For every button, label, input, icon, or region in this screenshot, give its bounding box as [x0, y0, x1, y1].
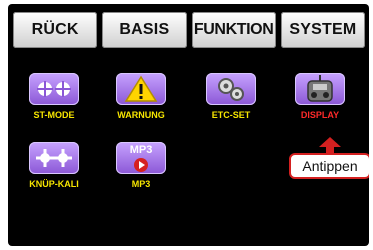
tab-bar: RÜCK BASIS FUNKTION SYSTEM [13, 12, 365, 48]
warnung-label: WARNUNG [117, 110, 165, 120]
gears-icon[interactable] [206, 73, 256, 105]
tab-back[interactable]: RÜCK [13, 12, 98, 48]
play-icon [134, 157, 148, 172]
mp3-badge-text: MP3 [129, 143, 153, 156]
transmitter-icon[interactable] [295, 73, 345, 105]
knup-kali-label: KNÜP-KALI [29, 179, 79, 189]
mp3-icon[interactable]: MP3 [116, 142, 166, 174]
etc-set-label: ETC-SET [211, 110, 251, 120]
tap-hint-tooltip: Antippen [289, 153, 369, 179]
st-mode-label: ST-MODE [33, 110, 75, 120]
stick-calibration-icon[interactable] [29, 142, 79, 174]
mp3-label: MP3 [131, 179, 151, 189]
tab-system[interactable]: SYSTEM [280, 12, 365, 48]
tab-funktion[interactable]: FUNKTION [191, 12, 276, 48]
stick-mode-icon[interactable] [29, 73, 79, 105]
display-screen: RÜCK BASIS FUNKTION SYSTEM ST-MODE WARNU… [8, 4, 369, 246]
tab-basis[interactable]: BASIS [102, 12, 187, 48]
display-label: DISPLAY [300, 110, 340, 120]
warning-icon[interactable] [116, 73, 166, 105]
